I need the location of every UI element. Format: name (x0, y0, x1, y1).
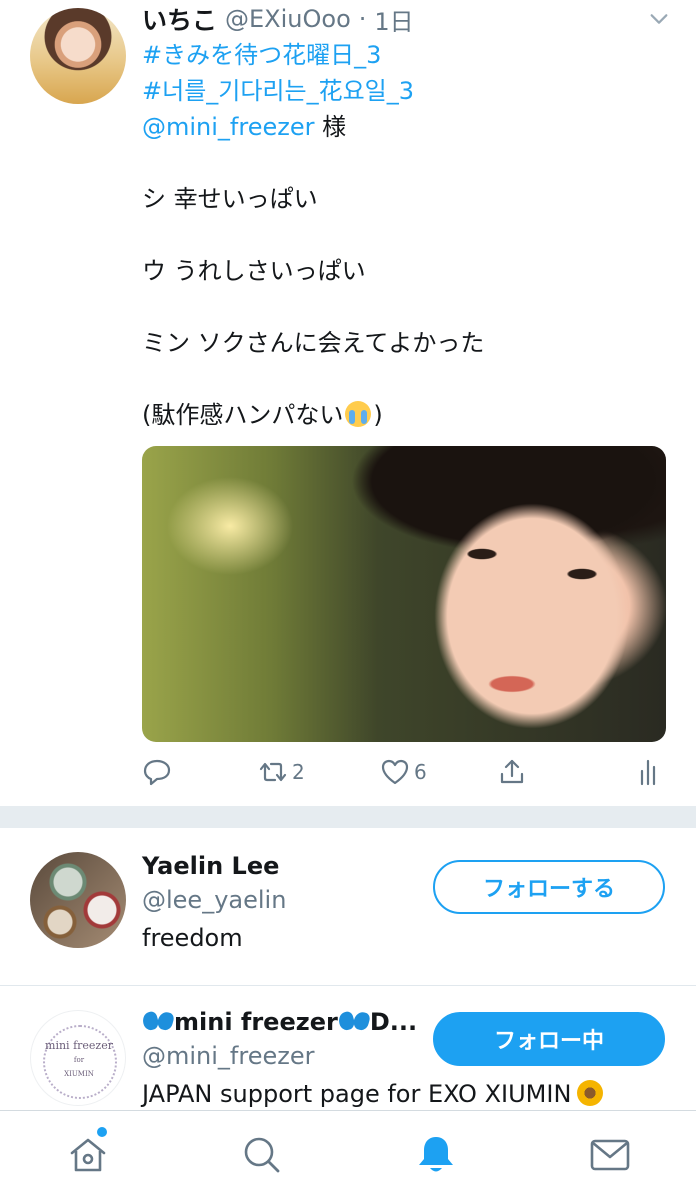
like-button[interactable]: 6 (380, 756, 427, 788)
mention-link[interactable]: @mini_freezer (142, 113, 314, 141)
tweet-actions: 2 6 (0, 752, 696, 792)
timestamp[interactable]: 1日 (374, 2, 413, 37)
search-icon (244, 1137, 280, 1173)
reply-icon (143, 759, 171, 786)
follow-suggestion[interactable]: mini freezer for XIUMIN mini freezer D...… (0, 986, 696, 1110)
butterfly-emoji-icon (338, 1010, 370, 1032)
crying-emoji-icon (345, 401, 372, 427)
mention-suffix: 様 (314, 113, 347, 141)
hashtag-link[interactable]: #きみを待つ花曜日_3 (142, 41, 381, 69)
tab-home[interactable] (66, 1133, 110, 1177)
hashtag-link[interactable]: #너를_기다리는_花요일_3 (142, 77, 414, 105)
avatar-logo-text: mini freezer for XIUMIN (45, 1039, 113, 1078)
tweet-line-end: ) (373, 401, 383, 429)
separator-dot: · (358, 5, 367, 33)
retweet-count: 2 (292, 760, 305, 784)
home-icon (70, 1138, 106, 1172)
share-icon (500, 759, 524, 784)
share-button[interactable] (497, 756, 527, 788)
follow-suggestion[interactable]: Yaelin Lee @lee_yaelin freedom フォローする (0, 828, 696, 986)
sunflower-emoji-icon (577, 1080, 604, 1106)
tweet-line: シ 幸せいっぱい (142, 185, 318, 213)
user-handle[interactable]: @EXiuOoo (225, 5, 351, 33)
follow-button[interactable]: フォローする (433, 860, 665, 914)
following-button[interactable]: フォロー中 (433, 1012, 665, 1066)
tab-search[interactable] (240, 1133, 284, 1177)
heart-icon (381, 759, 409, 785)
user-name[interactable]: mini freezer D... (142, 1008, 417, 1036)
section-separator (0, 806, 696, 828)
mail-icon (590, 1139, 630, 1171)
tweet[interactable]: いちこ @EXiuOoo · 1日 #きみを待つ花曜日_3 #너를_기다리는_花… (0, 0, 696, 806)
like-count: 6 (414, 760, 427, 784)
analytics-icon (640, 759, 656, 786)
butterfly-emoji-icon (142, 1010, 174, 1032)
tab-messages[interactable] (588, 1133, 632, 1177)
retweet-icon (259, 762, 287, 782)
retweet-button[interactable]: 2 (258, 756, 305, 788)
avatar[interactable] (30, 8, 126, 104)
user-handle[interactable]: @lee_yaelin (142, 886, 286, 914)
bell-icon (419, 1137, 453, 1172)
user-handle[interactable]: @mini_freezer (142, 1042, 314, 1070)
tweet-line: (駄作感ハンパない (142, 401, 344, 429)
user-bio: freedom (142, 924, 243, 952)
user-bio: JAPAN support page for EXO XIUMIN (142, 1080, 604, 1108)
tweet-header: いちこ @EXiuOoo · 1日 (142, 2, 414, 36)
avatar[interactable]: mini freezer for XIUMIN (30, 1010, 126, 1106)
tweet-text: #きみを待つ花曜日_3 #너를_기다리는_花요일_3 @mini_freezer… (142, 37, 672, 433)
chevron-down-icon[interactable] (648, 8, 670, 30)
reply-button[interactable] (142, 756, 172, 788)
user-name[interactable]: Yaelin Lee (142, 852, 279, 880)
new-content-dot (97, 1127, 107, 1137)
display-name[interactable]: いちこ (142, 1, 217, 37)
avatar[interactable] (30, 852, 126, 948)
tab-bar (0, 1110, 696, 1201)
tweet-line: ウ うれしさいっぱい (142, 257, 366, 285)
tweet-photo[interactable] (142, 446, 666, 742)
tweet-line: ミン ソクさんに会えてよかった (142, 329, 485, 357)
analytics-button[interactable] (636, 756, 666, 788)
tab-notifications[interactable] (414, 1133, 458, 1177)
